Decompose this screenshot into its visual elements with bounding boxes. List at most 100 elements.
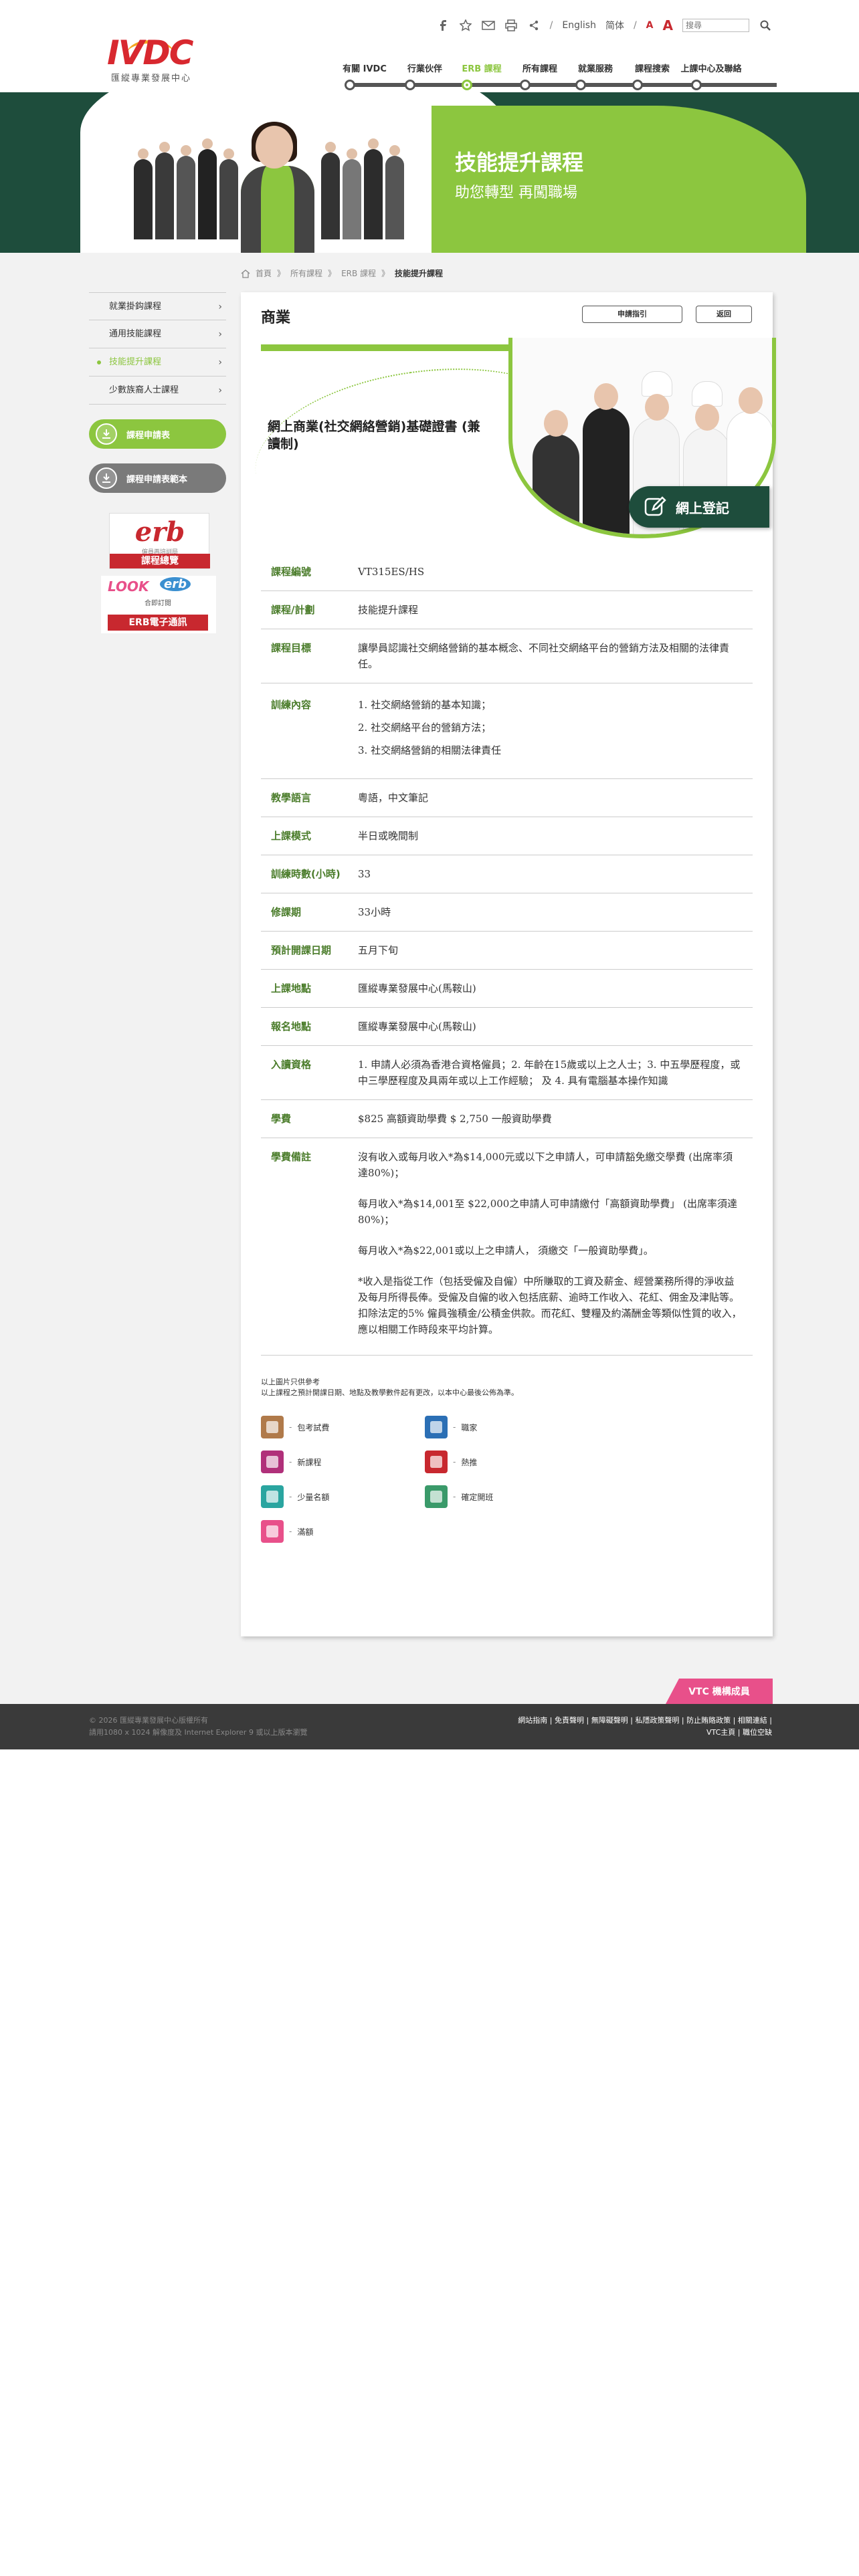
mail-icon[interactable]: [481, 19, 495, 32]
font-small-button[interactable]: A: [646, 20, 654, 31]
lang-simplified-link[interactable]: 简体: [605, 19, 624, 32]
disclaimer-notes: 以上圖片只供參考 以上課程之預計開課日期、地點及教學數件起有更改，以本中心最後公…: [261, 1377, 518, 1398]
sidebar-item-label: 少數族裔人士課程: [109, 385, 179, 395]
site-header: IVDC 匯縱專業發展中心 / English 简体 / A A 有關 IVDC: [0, 0, 859, 92]
row-value: 1. 社交網絡營銷的基本知識； 2. 社交網絡平台的營銷方法； 3. 社交網絡營…: [358, 697, 753, 765]
chevron-right-icon: ›: [218, 357, 222, 368]
legend-dash: -: [289, 1492, 292, 1501]
star-icon[interactable]: [459, 19, 472, 32]
row-label: 報名地點: [271, 1021, 312, 1033]
breadcrumb-separator: 》: [328, 269, 337, 278]
print-icon[interactable]: [504, 19, 518, 32]
download-sample-form-label: 課程申請表範本: [126, 474, 188, 485]
logo-subtitle: 匯縱專業發展中心: [111, 74, 192, 84]
lang-english-link[interactable]: English: [562, 20, 596, 31]
legend-dash: -: [289, 1527, 292, 1536]
nav-dot: [632, 80, 643, 90]
sidebar-item-label: 通用技能課程: [109, 329, 162, 339]
table-row: 修課期 33小時: [261, 893, 753, 932]
row-value: VT315ES/HS: [358, 566, 425, 578]
full-icon: [261, 1520, 284, 1543]
person-figure: [385, 145, 404, 239]
breadcrumb-erb[interactable]: ERB 課程: [341, 267, 376, 279]
note-line: 以上圖片只供參考: [261, 1378, 320, 1386]
utility-toolbar: / English 简体 / A A: [436, 17, 772, 33]
course-name: 網上商業(社交網絡營銷)基礎證書 (兼讀制): [268, 419, 480, 451]
back-button[interactable]: 返回: [696, 306, 752, 323]
row-label: 修課期: [271, 906, 302, 918]
home-job-icon: [425, 1416, 448, 1438]
toolbar-separator: /: [549, 20, 553, 31]
row-label: 入讀資格: [271, 1059, 312, 1071]
course-info-table: 課程編號 VT315ES/HS 課程/計劃 技能提升課程 課程目標 讓學員認識社…: [261, 553, 753, 1356]
breadcrumb-current: 技能提升課程: [395, 269, 444, 278]
row-label: 課程編號: [271, 566, 312, 578]
chevron-right-icon: ›: [218, 385, 222, 396]
erb-newsletter-banner[interactable]: LOOK erb 合即訂閱 ERB電子通訊: [101, 576, 216, 633]
legend-item: - 滿額: [261, 1520, 313, 1543]
nav-dot: [405, 80, 415, 90]
search-icon[interactable]: [759, 19, 772, 32]
application-guide-button[interactable]: 申請指引: [582, 306, 682, 323]
font-large-button[interactable]: A: [663, 17, 673, 33]
logo-text: IVDC: [107, 33, 193, 72]
legend-dash: -: [453, 1422, 456, 1432]
download-icon: [96, 467, 117, 489]
table-row: 入讀資格 1. 申請人必須為香港合資格僱員；2. 年齡在15歲或以上之人士；3.…: [261, 1046, 753, 1100]
facebook-icon[interactable]: [436, 19, 450, 32]
banner-title: 技能提升課程: [455, 150, 584, 175]
fee-note-item: *收入是指從工作（包括受僱及自僱）中所賺取的工資及薪金、經營業務所得的淨收益及每…: [358, 1275, 742, 1335]
erb-logo-text: erb: [134, 516, 185, 548]
table-row: 上課模式 半日或晚間制: [261, 817, 753, 855]
apply-online-button[interactable]: 網上登記: [629, 486, 769, 528]
legend-label: 職家: [461, 1422, 478, 1432]
vtc-member-badge[interactable]: VTC 機構成員: [666, 1679, 773, 1704]
row-value: 讓學員認識社交網絡營銷的基本概念、不同社交網絡平台的營銷方法及相關的法律責任。: [358, 642, 730, 670]
table-row: 課程/計劃 技能提升課程: [261, 591, 753, 629]
row-value: 半日或晚間制: [358, 830, 419, 842]
sidebar-item-generic-skills[interactable]: 通用技能課程 ›: [89, 320, 226, 348]
person-figure: [177, 145, 195, 239]
footer-links[interactable]: 網站指南 | 免責聲明 | 無障礙聲明 | 私隱政策聲明 | 防止賄賂政策 | …: [518, 1715, 772, 1727]
person-figure: [321, 142, 340, 239]
newsletter-label: ERB電子通訊: [108, 615, 208, 631]
table-row: 學費 $825 高額資助學費 $ 2,750 一般資助學費: [261, 1100, 753, 1138]
nav-dot: [691, 80, 702, 90]
legend-item: - 確定開班: [425, 1485, 493, 1508]
row-label: 訓練內容: [271, 699, 312, 711]
edit-icon: [644, 496, 666, 518]
row-value: 粵語，中文筆記: [358, 792, 429, 804]
search-input[interactable]: [682, 19, 749, 32]
erb-course-overview-banner[interactable]: erb 僱員再培訓局 課程總覽: [109, 513, 210, 569]
share-icon[interactable]: [527, 19, 541, 32]
sidebar-item-employment-linked[interactable]: 就業掛鈎課程 ›: [89, 292, 226, 320]
woman-pointing-figure: [234, 122, 321, 253]
apply-online-label: 網上登記: [676, 500, 729, 516]
breadcrumb-home[interactable]: 首頁: [256, 267, 272, 279]
download-application-form-button[interactable]: 課程申請表: [89, 419, 226, 449]
person-figure: [198, 138, 217, 239]
breadcrumb-separator: 》: [381, 269, 390, 278]
chevron-right-icon: ›: [218, 302, 222, 312]
sidebar-item-skills-upgrading[interactable]: 技能提升課程 ›: [89, 348, 226, 377]
row-value: 33: [358, 868, 371, 880]
fee-note-item: 每月收入*為$14,001至 $22,000之申請人可申請繳付「高額資助學費」 …: [358, 1198, 737, 1226]
download-sample-form-button[interactable]: 課程申請表範本: [89, 463, 226, 493]
chef-figure: [583, 383, 630, 534]
footer-links-secondary[interactable]: VTC主頁 | 職位空缺: [518, 1727, 772, 1739]
legend-dash: -: [453, 1457, 456, 1467]
home-icon[interactable]: [241, 269, 250, 278]
row-label: 學費備註: [271, 1151, 312, 1163]
breadcrumb-all-courses[interactable]: 所有課程: [290, 267, 322, 279]
ivdc-logo[interactable]: IVDC 匯縱專業發展中心: [107, 33, 194, 87]
table-row: 課程編號 VT315ES/HS: [261, 553, 753, 591]
training-content-item: 1. 社交網絡營銷的基本知識；: [358, 699, 492, 711]
breadcrumb: 首頁 》 所有課程 》 ERB 課程 》 技能提升課程: [241, 267, 443, 279]
legend-item: - 職家: [425, 1416, 477, 1438]
nav-centres-contact[interactable]: 上課中心及聯絡: [674, 62, 748, 74]
toolbar-separator: /: [633, 20, 637, 31]
newsletter-subscribe-text: 合即訂閱: [145, 600, 171, 607]
sidebar-item-ethnic-minorities[interactable]: 少數族裔人士課程 ›: [89, 377, 226, 405]
row-value: $825 高額資助學費 $ 2,750 一般資助學費: [358, 1113, 552, 1125]
person-figure: [155, 142, 174, 239]
